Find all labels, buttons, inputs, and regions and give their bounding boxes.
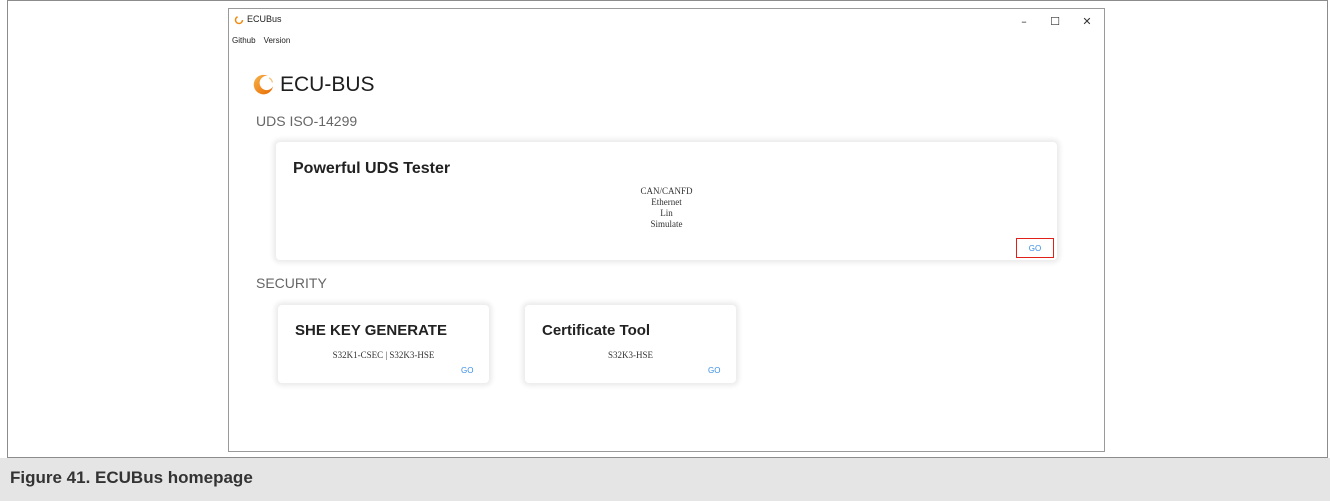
title-bar: ECUBus – ☐ ✕ — [229, 9, 1104, 35]
figure-caption: Figure 41. ECUBus homepage — [10, 468, 253, 487]
card-subtitle: S32K3-HSE — [607, 350, 653, 360]
feature-item: Simulate — [650, 219, 683, 229]
uds-go-button[interactable]: GO — [1016, 238, 1054, 258]
card-title: Certificate Tool — [542, 322, 651, 339]
she-key-go-button[interactable]: GO — [461, 366, 473, 375]
feature-item: Lin — [660, 208, 673, 218]
close-button[interactable]: ✕ — [1073, 10, 1101, 32]
brand-header: ECU-BUS — [251, 70, 375, 100]
menu-bar: Github Version — [232, 36, 290, 48]
card-title: SHE KEY GENERATE — [295, 322, 447, 339]
brand-name: ECU-BUS — [280, 73, 375, 96]
window-title: ECUBus — [247, 14, 282, 24]
certificate-go-button[interactable]: GO — [708, 366, 720, 375]
uds-tester-card: Powerful UDS Tester CAN/CANFD Ethernet L… — [276, 142, 1057, 260]
card-subtitle: S32K1-CSEC | S32K3-HSE — [332, 350, 435, 360]
maximize-button[interactable]: ☐ — [1041, 10, 1069, 32]
certificate-tool-card: Certificate Tool S32K3-HSE GO — [525, 305, 736, 383]
feature-item: Ethernet — [651, 197, 682, 207]
section-label-security: SECURITY — [256, 275, 327, 291]
she-key-card: SHE KEY GENERATE S32K1-CSEC | S32K3-HSE … — [278, 305, 489, 383]
minimize-button[interactable]: – — [1010, 10, 1038, 32]
app-window: ECUBus – ☐ ✕ Github Version ECU-BUS UDS … — [228, 8, 1105, 452]
feature-list: CAN/CANFD Ethernet Lin Simulate — [276, 186, 1057, 230]
section-label-uds: UDS ISO-14299 — [256, 113, 358, 129]
ecubus-logo-icon — [234, 15, 244, 25]
menu-item-version[interactable]: Version — [264, 36, 291, 48]
card-title: Powerful UDS Tester — [293, 160, 451, 177]
menu-item-github[interactable]: Github — [232, 36, 256, 48]
ecubus-logo-icon — [253, 74, 274, 95]
feature-item: CAN/CANFD — [640, 186, 693, 196]
